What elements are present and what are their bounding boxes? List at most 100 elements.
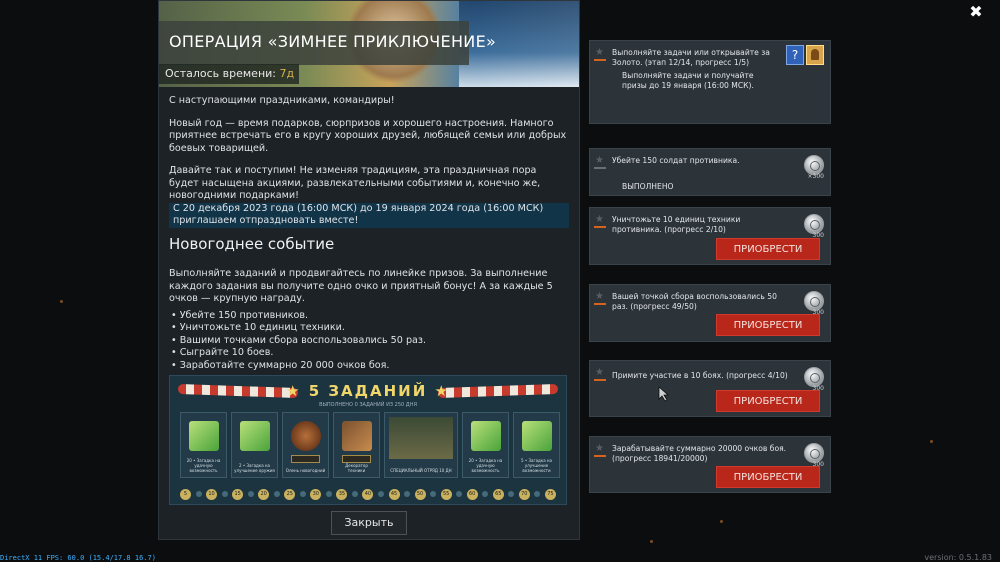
progress-indicator	[594, 303, 606, 305]
rarity-tag	[291, 455, 320, 463]
reward-tiles: 20 • Загадка на удачную возможность 2 • …	[180, 412, 560, 478]
close-button[interactable]: Закрыть	[331, 511, 407, 535]
milestone-dot: 5	[180, 488, 191, 500]
task-card: ★ Вашей точкой сбора воспользовались 50 …	[589, 284, 831, 342]
buy-button[interactable]: ПРИОБРЕСТИ	[716, 390, 820, 412]
bullet-item: • Вашими точками сбора воспользовались 5…	[171, 334, 427, 346]
milestone-dot: 70	[518, 488, 530, 500]
bullet-item: • Заработайте суммарно 20 000 очков боя.	[171, 359, 390, 371]
reindeer-icon	[291, 421, 321, 451]
close-window-icon[interactable]: ✖	[968, 4, 984, 20]
star-icon: ★	[595, 47, 604, 58]
milestone-dot: 75	[544, 488, 556, 500]
promo-subtitle: ВЫПОЛНЕНО 0 ЗАДАНИЙ ИЗ 250 ДНЯ	[319, 402, 417, 408]
task-text: Выполняйте задачи или открывайте за Золо…	[612, 48, 770, 67]
time-remaining-line: Осталось времени: 7д	[165, 67, 294, 80]
task-text: Примите участие в 10 боях. (прогресс 4/1…	[612, 371, 788, 380]
track-separator	[534, 491, 541, 497]
reward-tile: 5 • Загадка на улучшение возможности	[513, 412, 560, 478]
buy-button[interactable]: ПРИОБРЕСТИ	[716, 238, 820, 260]
version-label: version: 0.5.1.83	[924, 553, 992, 562]
squad-icon	[389, 417, 453, 459]
task-text: Убейте 150 солдат противника.	[612, 156, 740, 165]
milestone-dot: 65	[492, 488, 504, 500]
event-description: С наступающими праздниками, командиры! Н…	[169, 95, 569, 372]
track-separator	[377, 491, 384, 497]
time-remaining-value: 7д	[279, 67, 295, 80]
track-separator	[325, 491, 332, 497]
reward-amount: ×300	[807, 173, 824, 180]
milestone-dot: 50	[414, 488, 426, 500]
fps-counter: DirectX 11 FPS: 60.0 (15.4/17.8 16.7)	[0, 554, 156, 562]
progress-indicator	[594, 455, 606, 457]
track-separator	[508, 491, 515, 497]
time-remaining: Осталось времени: 7д	[159, 64, 299, 84]
task-card-main: ★ Выполняйте задачи или открывайте за Зо…	[589, 40, 831, 124]
reward-caption: 2 • Загадка на улучшение оружия	[234, 463, 275, 473]
paragraph: Давайте так и поступим! Не изменяя тради…	[169, 165, 541, 201]
crate-icon	[240, 421, 270, 451]
reward-tile: 2 • Загадка на улучшение оружия	[231, 412, 278, 478]
ember	[720, 520, 723, 523]
reward-tile: Олень новогодний	[282, 412, 329, 478]
bullet-item: • Уничтожьте 10 единиц техники.	[171, 322, 345, 333]
bullet-item: • Сыграйте 10 боев.	[171, 347, 274, 358]
crate-icon	[471, 421, 501, 451]
rewards-promo-image: ★ 5 ЗАДАНИЙ ★ ВЫПОЛНЕНО 0 ЗАДАНИЙ ИЗ 250…	[169, 375, 567, 505]
milestone-dot: 10	[206, 488, 218, 500]
track-separator	[195, 491, 202, 497]
track-separator	[482, 491, 489, 497]
silver-coin-icon	[804, 443, 824, 463]
task-card: ★ Убейте 150 солдат противника. ВЫПОЛНЕН…	[589, 148, 831, 196]
reward-caption: Олень новогодний	[285, 468, 326, 473]
crate-icon	[189, 421, 219, 451]
ember	[930, 440, 933, 443]
event-banner: ОПЕРАЦИЯ «ЗИМНЕЕ ПРИКЛЮЧЕНИЕ» Осталось в…	[159, 1, 579, 87]
milestone-dot: 30	[310, 488, 322, 500]
reward-tile: 20 • Загадка на удачную возможность	[180, 412, 227, 478]
soldier-icon	[811, 49, 819, 60]
reward-caption: СПЕЦИАЛЬНЫЙ ОТРЯД 10 ДН	[390, 468, 452, 473]
reward-tile: 20 • Загадка на удачную возможность	[462, 412, 509, 478]
star-icon: ★	[595, 367, 604, 378]
reward-tile: Декоратор техники	[333, 412, 380, 478]
buy-button[interactable]: ПРИОБРЕСТИ	[716, 314, 820, 336]
task-text: Уничтожьте 10 единиц техники противника.…	[612, 215, 741, 234]
reward-caption: 5 • Загадка на улучшение возможности	[521, 458, 552, 473]
silver-coin-icon	[804, 155, 824, 175]
greeting: С наступающими праздниками, командиры!	[169, 95, 395, 106]
star-icon: ★	[595, 443, 604, 454]
track-separator	[404, 491, 411, 497]
milestone-dot: 45	[388, 488, 400, 500]
silver-coin-icon	[804, 214, 824, 234]
event-panel: ОПЕРАЦИЯ «ЗИМНЕЕ ПРИКЛЮЧЕНИЕ» Осталось в…	[158, 0, 580, 540]
track-separator	[221, 491, 228, 497]
milestone-dot: 25	[284, 488, 296, 500]
milestone-dot: 60	[466, 488, 478, 500]
track-separator	[430, 491, 437, 497]
reward-tile: СПЕЦИАЛЬНЫЙ ОТРЯД 10 ДН	[384, 412, 458, 478]
star-icon: ★	[595, 155, 604, 166]
event-title: ОПЕРАЦИЯ «ЗИМНЕЕ ПРИКЛЮЧЕНИЕ»	[169, 32, 497, 51]
progress-track: 5 10 15 20 25 30 35 40 45 50 55 60 65 70 75	[180, 488, 556, 500]
time-remaining-label: Осталось времени:	[165, 67, 276, 80]
progress-indicator	[594, 167, 606, 169]
milestone-dot: 35	[336, 488, 348, 500]
event-dates-highlight: С 20 декабря 2023 года (16:00 МСК) до 19…	[169, 202, 569, 228]
paragraph: Новый год — время подарков, сюрпризов и …	[169, 117, 567, 154]
star-icon: ★	[595, 214, 604, 225]
reward-info-button[interactable]	[806, 45, 824, 65]
section-intro: Выполняйте заданий и продвигайтесь по ли…	[169, 268, 553, 304]
buy-button[interactable]: ПРИОБРЕСТИ	[716, 466, 820, 488]
ember	[650, 540, 653, 543]
decorator-icon	[342, 421, 372, 451]
reward-caption: 20 • Загадка на удачную возможность	[468, 458, 503, 473]
task-card: ★ Примите участие в 10 боях. (прогресс 4…	[589, 360, 831, 417]
task-card: ★ Зарабатывайте суммарно 20000 очков боя…	[589, 436, 831, 493]
track-separator	[247, 491, 254, 497]
milestone-dot: 20	[258, 488, 270, 500]
silver-coin-icon	[804, 367, 824, 387]
track-separator	[273, 491, 280, 497]
task-extra-text: Выполняйте задачи и получайте призы до 1…	[622, 71, 754, 90]
help-button[interactable]: ?	[786, 45, 804, 65]
